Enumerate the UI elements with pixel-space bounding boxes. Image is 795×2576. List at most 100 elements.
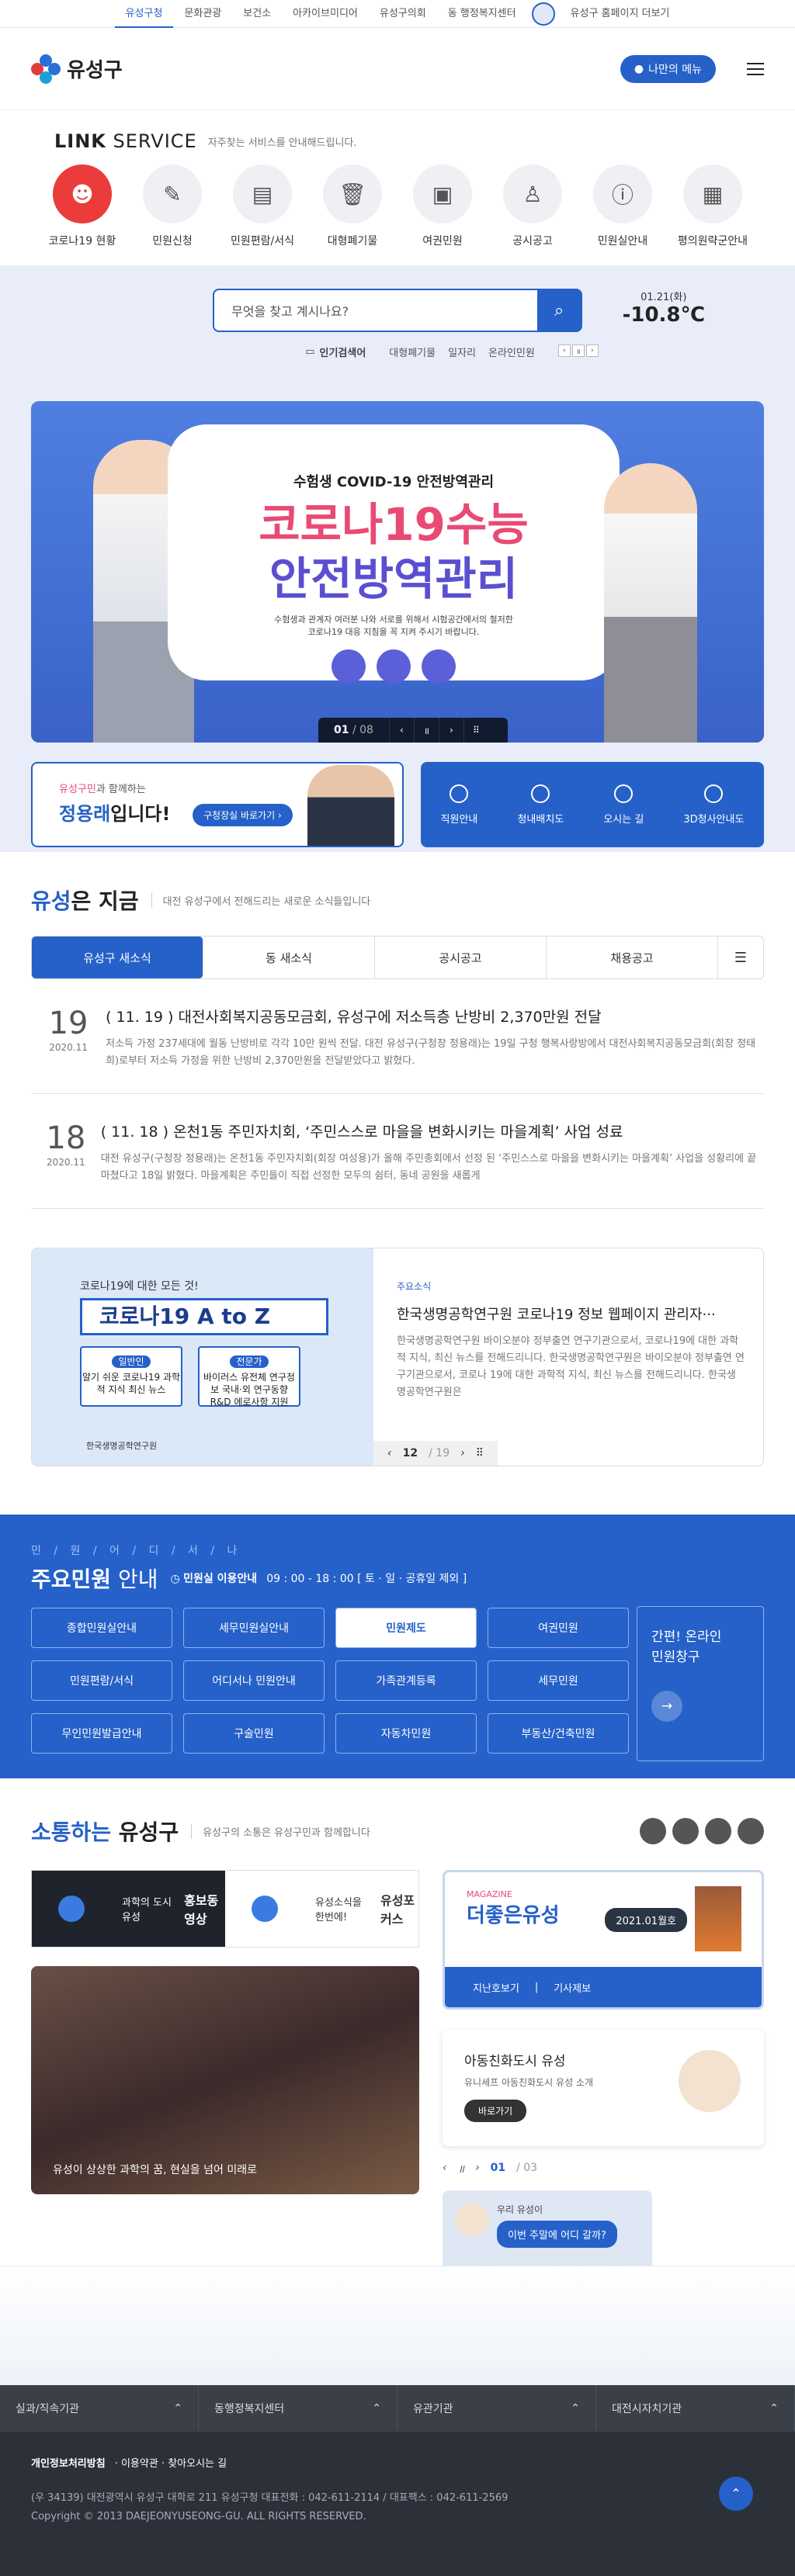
civil-item[interactable]: 어디서나 민원안내: [183, 1660, 325, 1701]
promo-video-thumbnail[interactable]: 유성이 상상한 과학의 꿈, 현실을 넘어 미래로: [31, 1966, 419, 2194]
search-box[interactable]: 무엇을 찾고 계시나요? ⌕: [213, 289, 582, 332]
search-input[interactable]: 무엇을 찾고 계시나요?: [214, 301, 537, 320]
grid-icon[interactable]: ⠿: [463, 718, 488, 743]
next-icon[interactable]: ›: [585, 345, 599, 357]
civil-item[interactable]: 민원편람/서식: [31, 1660, 172, 1701]
topnav-culture-tour[interactable]: 문화관광: [173, 0, 232, 28]
article-report-link[interactable]: 기사제보: [554, 1980, 591, 1995]
quick-directions[interactable]: 오시는 길: [603, 784, 644, 826]
civil-item[interactable]: 세무민원: [488, 1660, 629, 1701]
topnav-yuseong-office[interactable]: 유성구청: [114, 0, 174, 28]
terms-link[interactable]: 이용약관: [121, 2458, 158, 2470]
link-civil-apply[interactable]: ✎ 민원신청: [127, 164, 217, 265]
prev-icon[interactable]: ‹: [557, 345, 571, 357]
footer-menu-item[interactable]: 실과/직속기관 ⌃: [0, 2385, 199, 2432]
site-footer: 개인정보처리방침 · 이용약관 · 찾아오시는 길 (우 34139) 대전광역시…: [0, 2432, 795, 2576]
civil-item[interactable]: 구술민원: [183, 1713, 325, 1754]
tab-notices[interactable]: 공시공고: [375, 937, 547, 978]
online-civil-button[interactable]: 간편! 온라인 민원창구 →: [637, 1606, 764, 1761]
user-icon: ●: [634, 62, 644, 75]
civil-item[interactable]: 부동산/건축민원: [488, 1713, 629, 1754]
chevron-up-icon: ⌃: [372, 2402, 381, 2415]
civil-item[interactable]: 여권민원: [488, 1608, 629, 1648]
social-links: [640, 1818, 764, 1844]
media-tabs: 과학의 도시 유성 홍보동영상 유성소식을 한번에! 유성포커스: [31, 1870, 419, 1948]
civil-item[interactable]: 자동차민원: [335, 1713, 477, 1754]
pause-icon[interactable]: ॥: [413, 718, 439, 743]
next-icon[interactable]: ›: [475, 2162, 480, 2176]
site-logo[interactable]: 유성구: [31, 54, 123, 84]
prev-icon[interactable]: ‹: [443, 2162, 447, 2176]
civil-item[interactable]: 종합민원실안내: [31, 1608, 172, 1648]
civil-item[interactable]: 민원제도: [335, 1608, 477, 1648]
pause-icon[interactable]: ॥: [458, 2162, 464, 2176]
back-to-top-icon[interactable]: ⌃: [719, 2477, 753, 2511]
footer-menu-item[interactable]: 동행정복지센터 ⌃: [199, 2385, 398, 2432]
link-passport[interactable]: ▣ 여권민원: [398, 164, 488, 265]
prev-icon[interactable]: ‹: [387, 1447, 392, 1459]
quick-3d-guide[interactable]: 3D청사안내도: [683, 784, 744, 826]
promo-banner[interactable]: 코로나19에 대한 모든 것! 코로나19 A to Z 일반인 알기 쉬운 코로…: [31, 1248, 764, 1466]
link-title-bold: LINK: [54, 130, 106, 152]
link-announcements[interactable]: ♙ 공시공고: [488, 164, 578, 265]
keyword-item[interactable]: 대형폐기물: [389, 345, 436, 359]
privacy-link[interactable]: 개인정보처리방침: [31, 2458, 106, 2470]
keyword-item[interactable]: 온라인민원: [488, 345, 535, 359]
topnav-archive-media[interactable]: 아카이브미디어: [282, 0, 369, 28]
mayor-name-suffix: 입니다!: [110, 803, 171, 825]
clock-icon: ◷: [170, 1573, 184, 1585]
my-menu-button[interactable]: ● 나만의 메뉴: [620, 54, 716, 83]
footer-menu-item[interactable]: 대전시자치기관 ⌃: [596, 2385, 795, 2432]
magazine-archive-link[interactable]: 지난호보기: [473, 1980, 519, 1995]
tab-yuseong-news[interactable]: 유성구 새소식: [32, 937, 203, 978]
instagram-icon[interactable]: [738, 1818, 764, 1844]
civil-item[interactable]: 무인민원발급안내: [31, 1713, 172, 1754]
tab-recruit[interactable]: 채용공고: [547, 937, 718, 978]
civil-item[interactable]: 가족관계등록: [335, 1660, 477, 1701]
magazine-issue[interactable]: 2021.01월호: [605, 1908, 687, 1932]
main-banner[interactable]: 수험생 COVID-19 안전방역관리 코로나19수능 안전방역관리 수험생과 …: [31, 401, 764, 743]
topnav-council[interactable]: 유성구의회: [369, 0, 437, 28]
news-ym: 2020.11: [49, 1042, 88, 1053]
list-more-icon[interactable]: ☰: [718, 937, 763, 978]
promo-headline: 코로나19 A to Z: [80, 1298, 328, 1335]
quick-floor-map[interactable]: 청내배치도: [517, 784, 564, 826]
quick-staff-guide[interactable]: 직원안내: [441, 784, 477, 826]
link-civil-forms[interactable]: ▤ 민원편람/서식: [217, 164, 307, 265]
next-icon[interactable]: ›: [460, 1447, 465, 1459]
news-title: 유성은 지금: [31, 888, 139, 914]
grid-icon[interactable]: ⠿: [476, 1447, 484, 1459]
news-item[interactable]: 19 2020.11 ( 11. 19 ) 대전사회복지공동모금회, 유성구에 저…: [31, 979, 764, 1094]
communication-section: 소통하는 유성구 유성구의 소통은 유성구민과 함께합니다 과학의 도시 유성 홍…: [0, 1778, 795, 2315]
tab-yuseong-focus[interactable]: 유성소식을 한번에! 유성포커스: [225, 1871, 418, 1947]
blog-icon[interactable]: [640, 1818, 666, 1844]
topnav-dong-center[interactable]: 동 행정복지센터: [437, 0, 527, 28]
mayor-banner[interactable]: 유성구민과 함께하는 정용래입니다! 구청장실 바로가기 ›: [31, 762, 404, 847]
link-covid-status[interactable]: ☻ 코로나19 현황: [37, 164, 127, 265]
news-item[interactable]: 18 2020.11 ( 11. 18 ) 온천1동 주민자치회, ‘주민스스로 …: [31, 1094, 764, 1209]
directions-link[interactable]: 찾아오시는 길: [168, 2458, 227, 2470]
prev-icon[interactable]: ‹: [388, 718, 414, 743]
twitter-icon[interactable]: [705, 1818, 731, 1844]
keyword-item[interactable]: 일자리: [448, 345, 476, 359]
site-header: 유성구 ● 나만의 메뉴: [0, 28, 795, 110]
facebook-icon[interactable]: [672, 1818, 699, 1844]
tab-promo-video[interactable]: 과학의 도시 유성 홍보동영상: [32, 1871, 225, 1947]
civil-item[interactable]: 세무민원실안내: [183, 1608, 325, 1648]
mayor-office-button[interactable]: 구청장실 바로가기 ›: [193, 804, 293, 826]
magazine-card[interactable]: MAGAZINE 더좋은유성 2021.01월호 지난호보기 | 기사제보: [443, 1870, 764, 2010]
next-icon[interactable]: ›: [438, 718, 463, 743]
news-ym: 2020.11: [47, 1157, 85, 1168]
topnav-health-center[interactable]: 보건소: [232, 0, 282, 28]
hamburger-menu-icon[interactable]: [747, 62, 764, 75]
link-bulky-waste[interactable]: 🗑 대형폐기물: [307, 164, 398, 265]
search-icon[interactable]: ⌕: [537, 289, 581, 332]
tab-dong-news[interactable]: 동 새소식: [203, 937, 375, 978]
pause-icon[interactable]: ॥: [571, 345, 585, 357]
banner-title-line2: 안전방역관리: [269, 552, 519, 605]
link-hospital-info[interactable]: ▦ 평의원략군안내: [668, 164, 758, 265]
kids-go-button[interactable]: 바로가기: [464, 2100, 527, 2122]
link-civil-office[interactable]: ⓘ 민원실안내: [578, 164, 668, 265]
footer-menu-item[interactable]: 유관기관 ⌃: [398, 2385, 596, 2432]
topnav-more-sites[interactable]: 유성구 홈페이지 더보기: [560, 0, 681, 28]
